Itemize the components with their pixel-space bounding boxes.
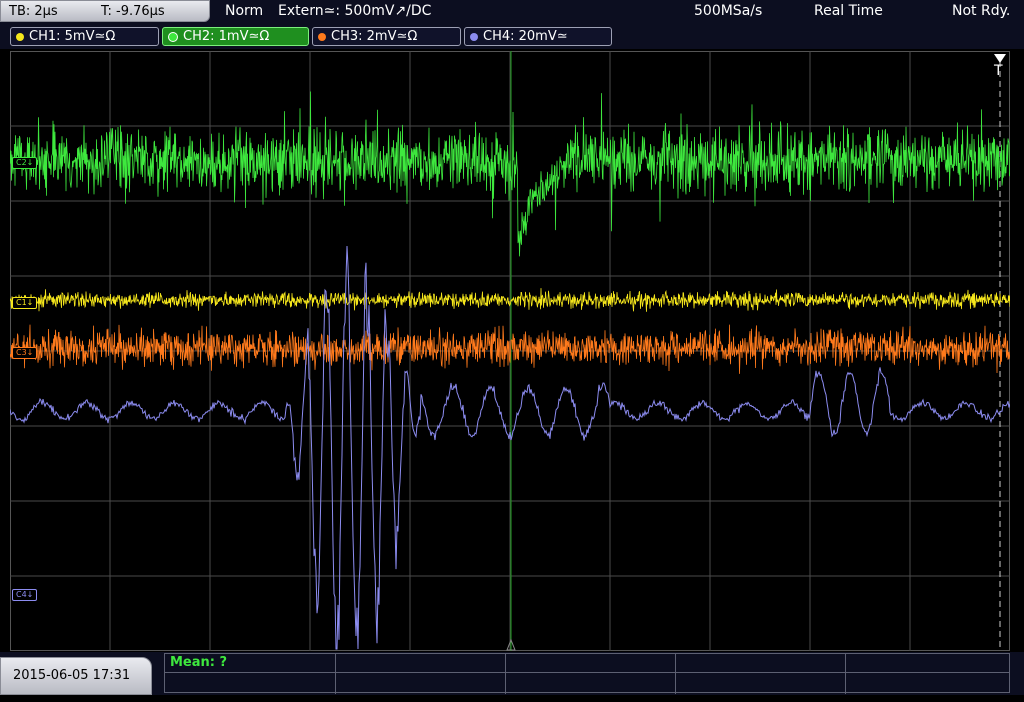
ch1-color-dot [16, 32, 24, 41]
ch3-color-dot [318, 32, 326, 41]
acquisition-mode: Real Time [814, 3, 883, 19]
measurement-divider [845, 654, 846, 694]
channel-tab-ch4[interactable]: CH4: 20mV≃ [464, 27, 612, 46]
channel-tab-ch1[interactable]: CH1: 5mV≃Ω [10, 27, 159, 46]
measurement-mean: Mean: ? [170, 655, 228, 670]
ch2-offset-marker[interactable]: C2↓ [12, 157, 38, 169]
ch4-offset-marker[interactable]: C4↓ [12, 589, 38, 601]
run-status: Not Rdy. [952, 3, 1011, 19]
channel-tab-label: CH1: 5mV≃Ω [29, 29, 116, 44]
measurement-divider [335, 654, 336, 694]
ch2-color-dot [168, 31, 178, 42]
waveform-canvas: T [10, 51, 1010, 651]
channel-tab-ch2[interactable]: CH2: 1mV≃Ω [162, 27, 309, 46]
measurement-divider [505, 654, 506, 694]
trigger-mode[interactable]: Norm [225, 3, 263, 19]
channel-tab-label: CH2: 1mV≃Ω [183, 29, 270, 44]
datetime-value: 2015-06-05 17:31 [13, 668, 131, 683]
timebase-panel[interactable]: TB: 2µs T: -9.76µs [0, 0, 210, 22]
timebase-value: TB: 2µs [9, 4, 58, 19]
measurement-table[interactable]: Mean: ? [164, 653, 1010, 694]
channel-tab-ch3[interactable]: CH3: 2mV≃Ω [312, 27, 461, 46]
trigger-marker-icon[interactable] [994, 54, 1006, 63]
trigger-time-value: T: -9.76µs [101, 4, 165, 19]
channel-bar: CH1: 5mV≃Ω CH2: 1mV≃Ω CH3: 2mV≃Ω CH4: 20… [0, 24, 1024, 49]
channel-tab-label: CH3: 2mV≃Ω [331, 29, 418, 44]
status-bar: TB: 2µs T: -9.76µs Norm Extern≃: 500mV↗/… [0, 0, 1024, 24]
measurement-divider [675, 654, 676, 694]
ch4-color-dot [470, 32, 478, 41]
measurement-row [165, 654, 1009, 673]
channel-tab-label: CH4: 20mV≃ [483, 29, 568, 44]
trigger-source[interactable]: Extern≃: 500mV↗/DC [278, 3, 431, 19]
ch3-offset-marker[interactable]: C3↓ [12, 347, 38, 359]
sample-rate: 500MSa/s [694, 3, 763, 19]
trigger-t-icon: T [993, 63, 1003, 79]
datetime-panel: 2015-06-05 17:31 [0, 657, 152, 695]
ch1-offset-marker[interactable]: C1↓ [12, 297, 38, 309]
